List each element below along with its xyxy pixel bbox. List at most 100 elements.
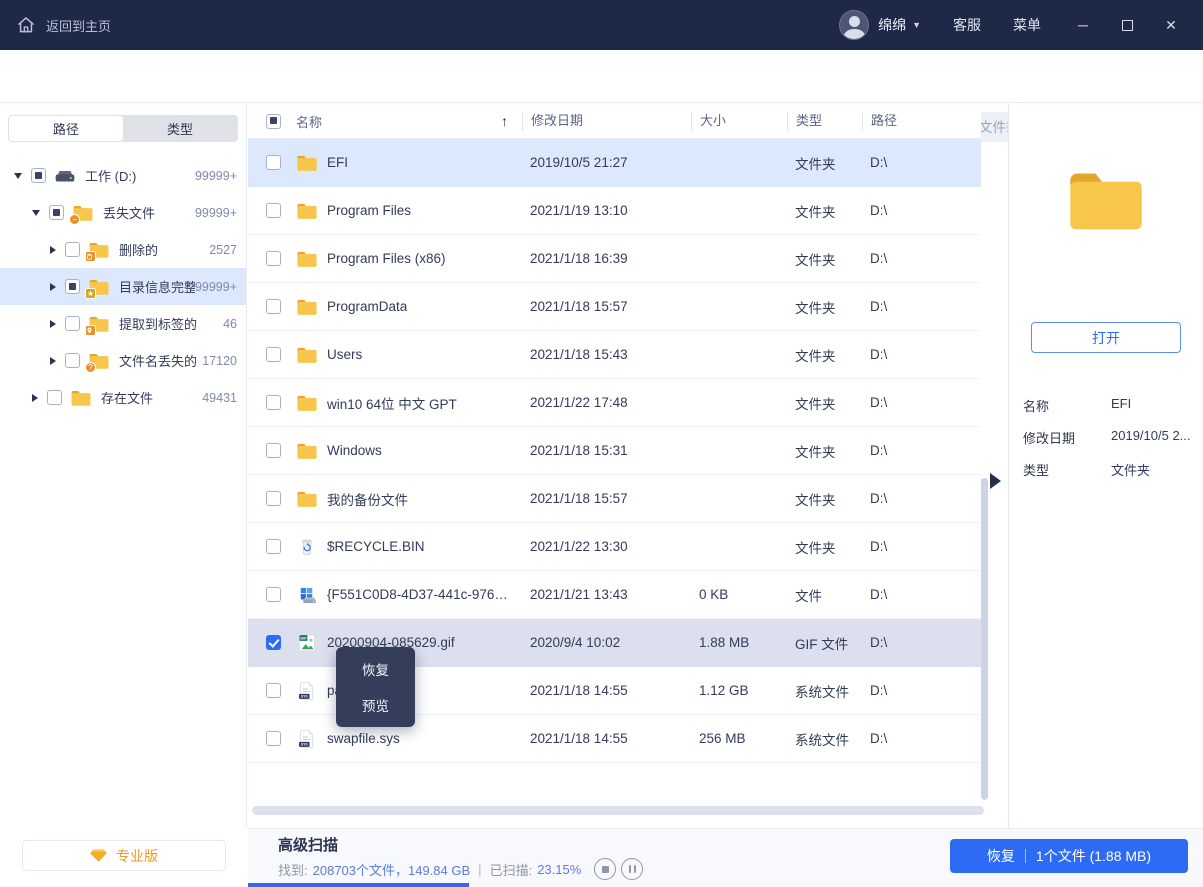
item-count: 99999+ xyxy=(194,205,237,220)
context-menu-item-recover[interactable]: 恢复 xyxy=(336,651,415,687)
sidebar-item-lost-files[interactable]: − 丢失文件 99999+ xyxy=(0,194,246,231)
table-row[interactable]: EFI 2019/10/5 21:27 文件夹 D:\ xyxy=(248,139,981,187)
column-name[interactable]: 名称 xyxy=(296,112,322,131)
found-count: 208703个文件，149.84 GB xyxy=(312,862,471,878)
star-badge-icon: ★ xyxy=(85,287,96,299)
sidebar-item-deleted[interactable]: 删除的 2527 xyxy=(0,231,246,268)
pro-version-button[interactable]: 专业版 xyxy=(22,840,226,871)
table-header: 名称 ↑ 修改日期 大小 类型 路径 xyxy=(248,104,981,139)
folder-icon xyxy=(296,393,318,413)
chevron-right-icon[interactable] xyxy=(50,356,56,365)
row-checkbox[interactable] xyxy=(266,299,281,314)
table-row[interactable]: Windows 2021/1/18 15:31 文件夹 D:\ xyxy=(248,427,981,475)
username-label[interactable]: 绵绵 xyxy=(878,15,906,35)
sidebar-item-existing-files[interactable]: 存在文件 49431 xyxy=(0,379,246,416)
table-row[interactable]: win10 64位 中文 GPT 2021/1/22 17:48 文件夹 D:\ xyxy=(248,379,981,427)
table-row[interactable]: {F551C0D8-4D37-441c-976E-... 2021/1/21 1… xyxy=(248,571,981,619)
context-menu-item-preview[interactable]: 预览 xyxy=(336,687,415,723)
pause-scan-button[interactable] xyxy=(621,858,644,880)
select-all-checkbox[interactable] xyxy=(266,113,281,129)
column-size[interactable]: 大小 xyxy=(691,111,787,131)
user-avatar[interactable] xyxy=(839,10,870,40)
recover-button[interactable]: 恢复 1个文件 (1.88 MB) xyxy=(950,839,1188,873)
row-checkbox[interactable] xyxy=(266,347,281,362)
tree-checkbox[interactable] xyxy=(65,279,80,294)
sidebar-tabs: 路径 类型 xyxy=(8,115,238,142)
horizontal-scrollbar[interactable] xyxy=(252,806,984,815)
sidebar-item-tagged[interactable]: 提取到标签的 46 xyxy=(0,305,246,342)
row-checkbox[interactable] xyxy=(266,203,281,218)
row-checkbox[interactable] xyxy=(266,587,281,602)
sidebar-item-work-drive[interactable]: 工作 (D:) 99999+ xyxy=(0,157,246,194)
toolbar: ← → ↑ 工作 (D:) › 丢失文件 › 目录信息完整的 筛选 详细信息 xyxy=(0,50,1203,142)
row-checkbox[interactable] xyxy=(266,395,281,410)
table-row[interactable]: Program Files (x86) 2021/1/18 16:39 文件夹 … xyxy=(248,235,981,283)
table-row[interactable]: $RECYCLE.BIN 2021/1/22 13:30 文件夹 D:\ xyxy=(248,523,981,571)
chevron-down-icon[interactable]: ▼ xyxy=(912,20,921,30)
chevron-right-icon[interactable] xyxy=(32,393,38,402)
row-checkbox[interactable] xyxy=(266,683,281,698)
row-checkbox[interactable] xyxy=(266,491,281,506)
row-checkbox[interactable] xyxy=(266,443,281,458)
question-badge-icon: ? xyxy=(85,361,96,373)
item-count: 99999+ xyxy=(194,168,237,183)
scan-progress-bar xyxy=(248,883,469,887)
detail-label-name: 名称 xyxy=(1023,399,1050,414)
tree-checkbox[interactable] xyxy=(65,353,80,368)
trash-badge-icon xyxy=(85,250,96,262)
customer-service-link[interactable]: 客服 xyxy=(953,15,981,35)
row-checkbox[interactable] xyxy=(266,539,281,554)
maximize-button[interactable] xyxy=(1105,0,1149,50)
row-checkbox[interactable] xyxy=(266,155,281,170)
minus-badge-icon: − xyxy=(69,213,80,225)
tree-checkbox[interactable] xyxy=(49,205,64,220)
panel-collapse-arrow[interactable] xyxy=(990,473,1001,489)
open-button[interactable]: 打开 xyxy=(1031,322,1181,353)
recover-selection-summary: 1个文件 (1.88 MB) xyxy=(1035,848,1152,864)
app-window: 返回到主页 绵绵 ▼ 客服 菜单 ─ ✕ ← → ↑ 工作 (D:) › 丢失文… xyxy=(0,0,1203,887)
tab-path[interactable]: 路径 xyxy=(9,116,123,141)
chevron-right-icon[interactable] xyxy=(50,282,56,291)
sidebar-item-filename-lost[interactable]: ? 文件名丢失的 17120 xyxy=(0,342,246,379)
folder-icon xyxy=(70,389,92,407)
table-row[interactable]: Users 2021/1/18 15:43 文件夹 D:\ xyxy=(248,331,981,379)
scan-title: 高级扫描 xyxy=(278,837,339,854)
tab-type[interactable]: 类型 xyxy=(123,116,237,141)
sys-file-icon xyxy=(296,729,318,749)
table-row[interactable]: 我的备份文件 2021/1/18 15:57 文件夹 D:\ xyxy=(248,475,981,523)
windows-file-icon xyxy=(296,585,318,605)
table-row[interactable]: Program Files 2021/1/19 13:10 文件夹 D:\ xyxy=(248,187,981,235)
item-count: 99999+ xyxy=(194,279,237,294)
chevron-down-icon[interactable] xyxy=(14,172,22,179)
recycle-bin-icon xyxy=(296,537,318,557)
folder-tree: 工作 (D:) 99999+ − 丢失文件 99999+ 删除的 2527 ★ … xyxy=(0,157,246,416)
row-checkbox[interactable] xyxy=(266,635,281,650)
chevron-right-icon[interactable] xyxy=(50,319,56,328)
tree-checkbox[interactable] xyxy=(65,316,80,331)
stop-scan-button[interactable] xyxy=(594,858,617,880)
vertical-scrollbar[interactable] xyxy=(981,478,988,800)
row-checkbox[interactable] xyxy=(266,251,281,266)
tree-checkbox[interactable] xyxy=(65,242,80,257)
menu-link[interactable]: 菜单 xyxy=(1013,15,1041,35)
detail-label-date: 修改日期 xyxy=(1023,431,1076,446)
tree-checkbox[interactable] xyxy=(47,390,62,405)
close-button[interactable]: ✕ xyxy=(1149,0,1193,50)
column-type[interactable]: 类型 xyxy=(787,111,862,131)
minimize-button[interactable]: ─ xyxy=(1061,0,1105,50)
scanned-percent: 23.15% xyxy=(537,861,582,877)
maximize-icon xyxy=(1121,19,1133,31)
column-date[interactable]: 修改日期 xyxy=(522,111,691,131)
chevron-down-icon[interactable] xyxy=(32,209,40,216)
detail-value-name: EFI xyxy=(1111,396,1132,411)
row-checkbox[interactable] xyxy=(266,731,281,746)
folder-icon xyxy=(296,441,318,461)
back-to-home-button[interactable]: 返回到主页 xyxy=(16,15,111,35)
sidebar-item-dir-info-complete[interactable]: ★ 目录信息完整的 99999+ xyxy=(0,268,246,305)
drive-icon xyxy=(54,167,76,185)
column-path[interactable]: 路径 xyxy=(862,111,981,131)
chevron-right-icon[interactable] xyxy=(50,245,56,254)
table-row[interactable]: ProgramData 2021/1/18 15:57 文件夹 D:\ xyxy=(248,283,981,331)
sort-ascending-icon[interactable]: ↑ xyxy=(501,113,508,129)
tree-checkbox[interactable] xyxy=(31,168,46,183)
